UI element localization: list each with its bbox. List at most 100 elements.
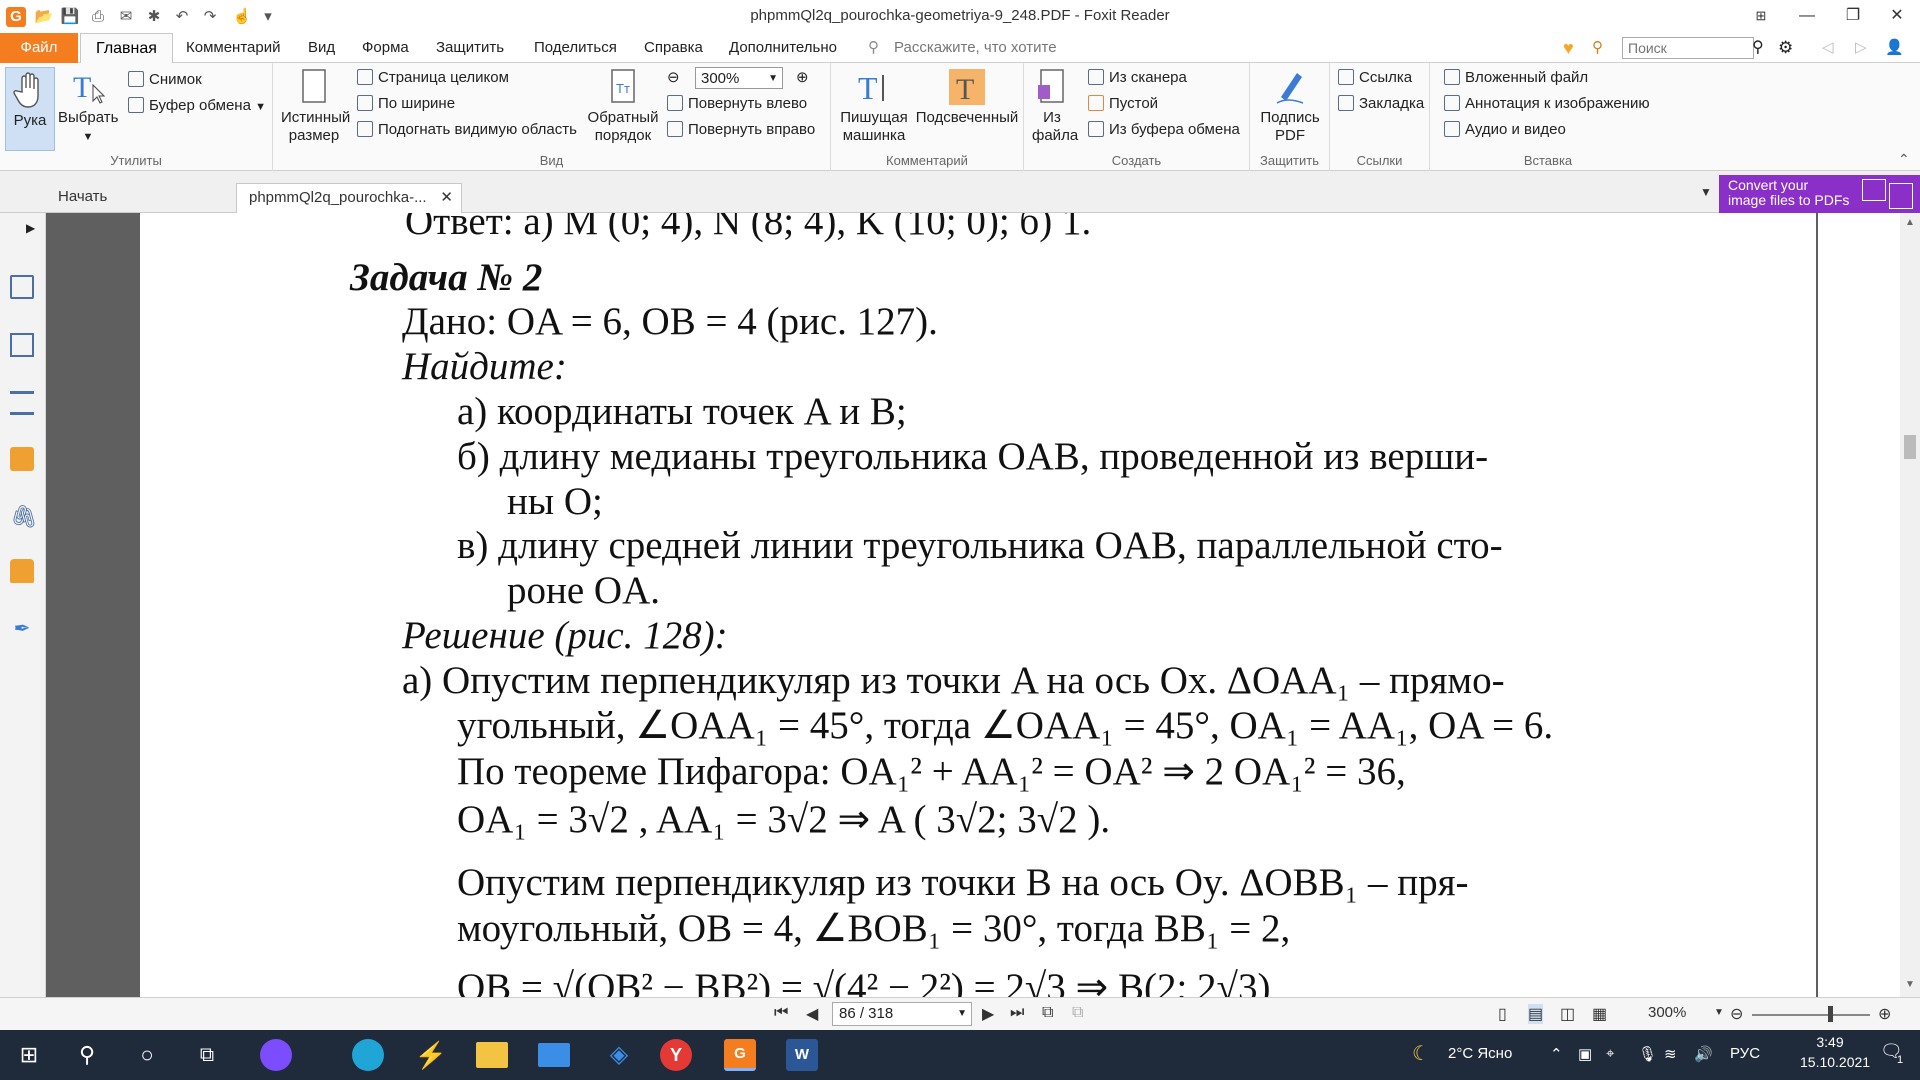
zoom-in-icon[interactable]: ⊕: [1878, 1004, 1891, 1024]
expand-panel-icon[interactable]: ▶: [26, 221, 35, 235]
scroll-thumb[interactable]: [1904, 435, 1916, 459]
open-icon[interactable]: 📂: [34, 7, 54, 27]
ribbon-display-icon[interactable]: ⊞: [1738, 0, 1784, 33]
show-hidden-icons-icon[interactable]: ⌃: [1550, 1045, 1563, 1063]
heart-icon[interactable]: ♥: [1563, 33, 1574, 63]
signature-icon[interactable]: ✒: [10, 617, 34, 641]
tab-comment[interactable]: Комментарий: [186, 33, 280, 63]
zoom-in-icon[interactable]: ⊕: [796, 67, 809, 89]
fit-visible-button[interactable]: Подогнать видимую область: [357, 119, 577, 141]
hand-tool-icon[interactable]: ☝: [232, 7, 252, 27]
tab-home[interactable]: Главная: [80, 33, 173, 64]
back-icon[interactable]: ◁: [1822, 33, 1834, 63]
comments-icon[interactable]: [10, 447, 34, 471]
image-annotation-button[interactable]: Аннотация к изображению: [1444, 93, 1650, 115]
tab-share[interactable]: Поделиться: [534, 33, 617, 63]
search-input[interactable]: [1622, 37, 1754, 59]
security-lock-icon[interactable]: [10, 559, 34, 583]
tab-file[interactable]: Файл: [0, 33, 78, 63]
find-icon[interactable]: ⚲: [1592, 33, 1603, 63]
account-icon[interactable]: 👤: [1885, 33, 1904, 63]
convert-promo-banner[interactable]: Convert your image files to PDFs: [1719, 175, 1920, 213]
select-dropdown-icon[interactable]: ▼: [83, 131, 94, 143]
pages-icon[interactable]: [10, 333, 34, 357]
rotate-left-button[interactable]: Повернуть влево: [667, 93, 807, 115]
collapse-ribbon-icon[interactable]: ⌃: [1898, 151, 1910, 168]
search-icon[interactable]: ⚲: [68, 1036, 106, 1074]
mail-icon[interactable]: [538, 1043, 570, 1067]
next-page-icon[interactable]: ▶: [982, 1004, 994, 1024]
select-button[interactable]: T Выбрать ▼: [58, 67, 118, 146]
continuous-page-icon[interactable]: ▤: [1528, 1004, 1544, 1024]
next-view-icon[interactable]: ⧉: [1072, 1004, 1083, 1022]
previous-page-icon[interactable]: ◀: [806, 1004, 818, 1024]
tabs-dropdown-icon[interactable]: ▼: [1700, 185, 1712, 199]
continuous-facing-icon[interactable]: ▦: [1592, 1004, 1607, 1024]
windows-start-icon[interactable]: ⊞: [10, 1036, 48, 1074]
layers-icon[interactable]: [10, 391, 34, 415]
zoom-out-icon[interactable]: ⊖: [1730, 1004, 1743, 1024]
link-button[interactable]: Ссылка: [1338, 67, 1412, 89]
from-file-button[interactable]: Из файла: [1032, 67, 1078, 145]
document-canvas[interactable]: Ответ: а) M (0; 4), N (8; 4), K (10; 0);…: [46, 213, 1818, 997]
tab-help[interactable]: Справка: [644, 33, 703, 63]
tell-me-box[interactable]: Расскажите, что хотите: [894, 33, 1057, 63]
previous-view-icon[interactable]: ⧉: [1042, 1004, 1053, 1022]
language-indicator[interactable]: РУС: [1730, 1045, 1760, 1062]
zoom-slider[interactable]: [1752, 1014, 1870, 1016]
cortana-icon[interactable]: ○: [128, 1036, 166, 1074]
tab-protect[interactable]: Защитить: [436, 33, 504, 63]
sign-pdf-button[interactable]: Подпись PDF: [1256, 67, 1324, 145]
tab-start[interactable]: Начать: [46, 183, 234, 213]
highlight-button[interactable]: T Подсвеченный: [915, 67, 1019, 127]
from-clipboard-button[interactable]: Из буфера обмена: [1088, 119, 1240, 141]
fit-width-button[interactable]: По ширине: [357, 93, 455, 115]
customize-quick-access-icon[interactable]: ▾: [258, 7, 278, 27]
last-page-icon[interactable]: ⏭: [1010, 1004, 1024, 1022]
clipboard-button[interactable]: Буфер обмена ▼: [128, 95, 266, 117]
zoom-slider-thumb[interactable]: [1828, 1006, 1833, 1022]
facing-page-icon[interactable]: ◫: [1560, 1004, 1575, 1024]
tab-advanced[interactable]: Дополнительно: [729, 33, 837, 63]
close-button[interactable]: ✕: [1874, 0, 1920, 33]
single-page-icon[interactable]: ▯: [1498, 1004, 1507, 1024]
foxit-reader-taskbar-icon[interactable]: G: [724, 1039, 756, 1071]
print-icon[interactable]: ⎙: [88, 7, 108, 27]
blank-button[interactable]: Пустой: [1088, 93, 1158, 115]
audio-video-button[interactable]: Аудио и видео: [1444, 119, 1566, 141]
wifi-icon[interactable]: ≋: [1664, 1045, 1677, 1063]
new-icon[interactable]: ✱: [144, 7, 164, 27]
typewriter-button[interactable]: T Пишущая машинка: [837, 67, 911, 145]
zoom-level[interactable]: 300%: [1648, 1004, 1686, 1021]
email-icon[interactable]: ✉: [116, 7, 136, 27]
scroll-up-icon[interactable]: ▲: [1905, 217, 1915, 228]
from-scanner-button[interactable]: Из сканера: [1088, 67, 1187, 89]
redo-icon[interactable]: ↷: [200, 7, 220, 27]
tab-current-document[interactable]: phpmmQl2q_pourochka-... ✕: [236, 183, 462, 213]
clock[interactable]: 3:49 15.10.2021: [1800, 1034, 1870, 1070]
vertical-scrollbar[interactable]: ▲ ▼: [1900, 213, 1920, 997]
fit-page-button[interactable]: Страница целиком: [357, 67, 509, 89]
word-icon[interactable]: W: [786, 1039, 818, 1071]
bookmark-button[interactable]: Закладка: [1338, 93, 1424, 115]
snapshot-button[interactable]: Снимок: [128, 69, 202, 91]
alice-assistant-icon[interactable]: [260, 1039, 292, 1071]
microphone-icon[interactable]: 🎙: [1638, 1045, 1657, 1063]
forward-icon[interactable]: ▷: [1855, 33, 1867, 63]
undo-icon[interactable]: ↶: [172, 7, 192, 27]
attachments-icon[interactable]: 🖇: [10, 505, 38, 529]
reverse-order-button[interactable]: Tт Обратный порядок: [585, 67, 661, 145]
weather-text[interactable]: 2°C Ясно: [1448, 1045, 1512, 1062]
scroll-down-icon[interactable]: ▼: [1905, 979, 1915, 990]
maximize-button[interactable]: ❐: [1830, 0, 1876, 33]
meet-now-icon[interactable]: ▣: [1578, 1045, 1592, 1063]
edge-browser-icon[interactable]: [352, 1039, 384, 1071]
save-icon[interactable]: 💾: [60, 7, 80, 27]
yandex-browser-icon[interactable]: Y: [660, 1039, 692, 1071]
zoom-out-icon[interactable]: ⊖: [667, 67, 680, 89]
app-lightning-icon[interactable]: ⚡: [412, 1036, 450, 1074]
dropbox-icon[interactable]: ◈: [600, 1036, 638, 1074]
zoom-select[interactable]: 300% ▼: [695, 67, 783, 89]
page-number-input[interactable]: 86 / 318 ▼: [832, 1002, 972, 1026]
actual-size-button[interactable]: Истинный размер: [281, 67, 350, 145]
